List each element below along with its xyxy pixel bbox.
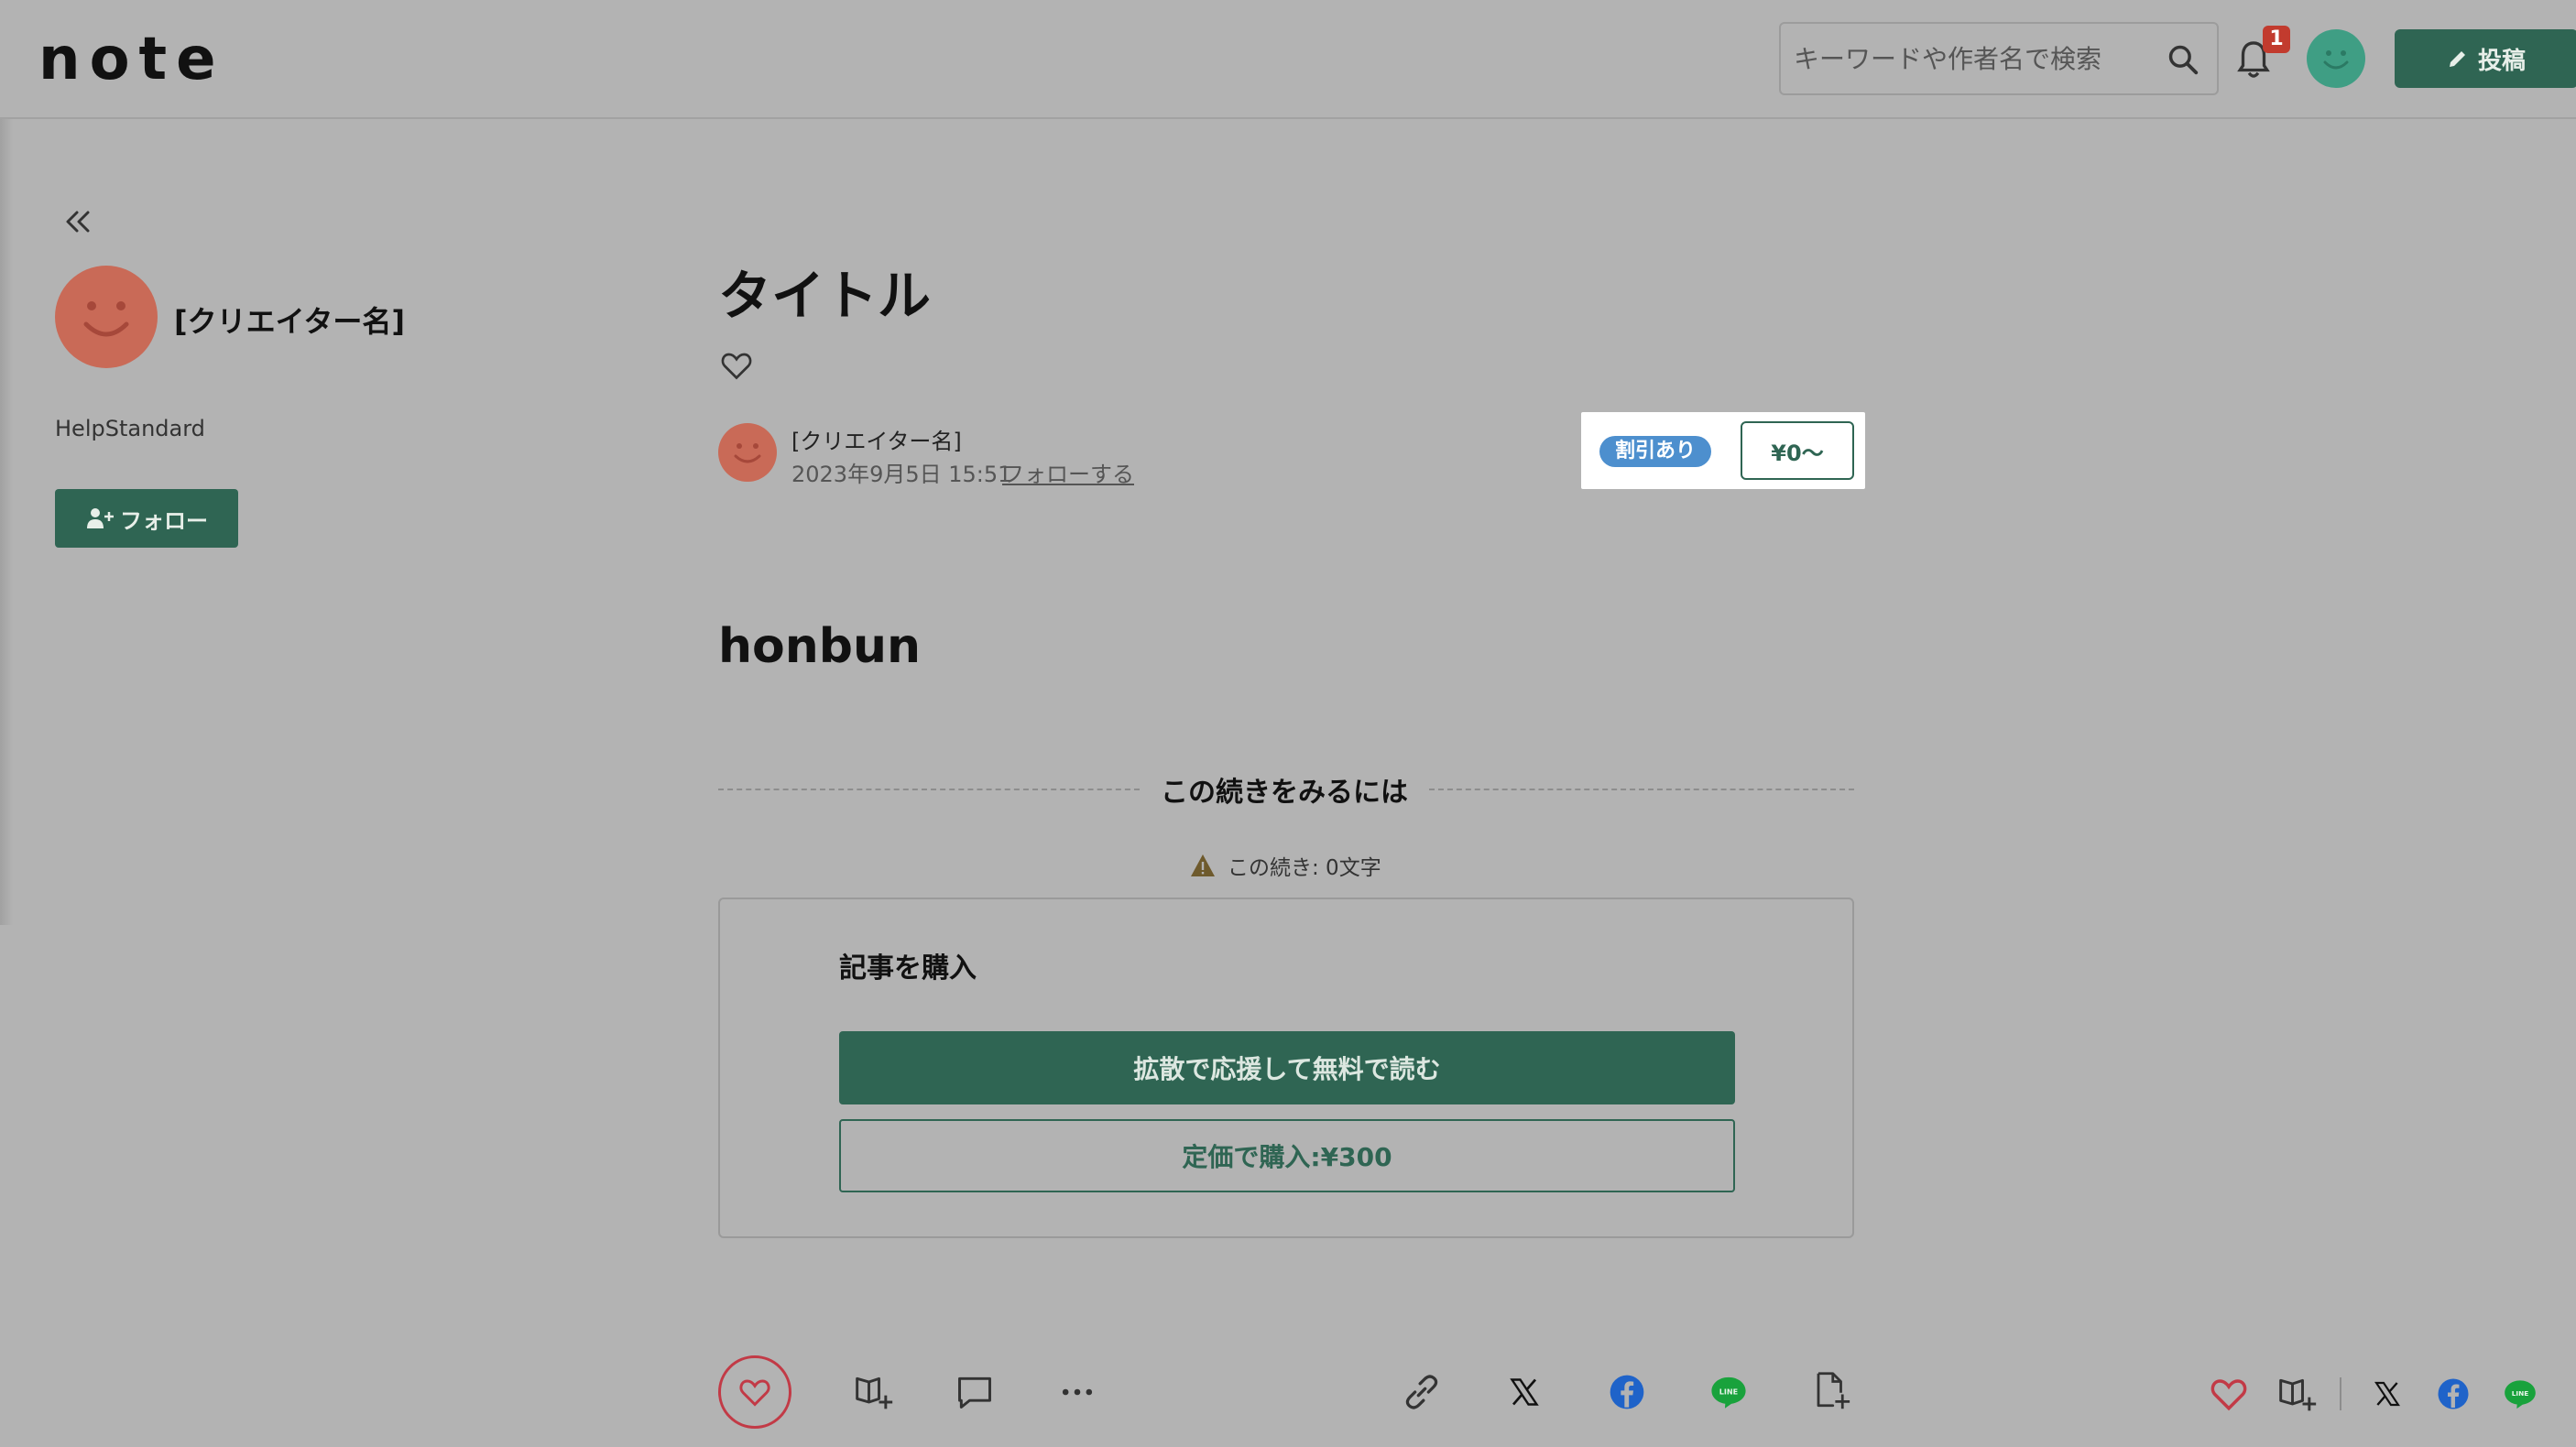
embed-button[interactable] xyxy=(1812,1370,1850,1412)
buy-button[interactable]: 定価で購入:¥300 xyxy=(839,1119,1735,1192)
creator-avatar[interactable] xyxy=(55,266,158,368)
post-button[interactable]: 投稿 xyxy=(2395,29,2576,88)
purchase-heading: 記事を購入 xyxy=(839,952,977,985)
follow-link[interactable]: フォローする xyxy=(1002,456,1134,488)
creator-name[interactable]: [クリエイター名] xyxy=(174,299,405,341)
line-icon: LINE xyxy=(2505,1380,2536,1409)
share-free-read-button[interactable]: 拡散で応援して無料で読む xyxy=(839,1031,1735,1104)
x-icon xyxy=(1510,1378,1539,1406)
file-add-icon xyxy=(1817,1372,1850,1409)
divider xyxy=(1429,789,1854,790)
continue-count: この続き: 0文字 xyxy=(1189,850,1381,881)
article-title: タイトル xyxy=(718,265,932,327)
toolbar-divider xyxy=(2340,1377,2341,1410)
follow-button[interactable]: フォロー xyxy=(55,489,238,548)
line-logo-text: LINE xyxy=(2512,1389,2528,1398)
like-button-small[interactable] xyxy=(2210,1376,2248,1412)
share-facebook-button[interactable] xyxy=(1609,1374,1645,1410)
magazine-add-button[interactable] xyxy=(854,1372,894,1412)
facebook-icon xyxy=(2438,1378,2469,1409)
line-icon: LINE xyxy=(1711,1376,1746,1409)
magazine-add-icon xyxy=(2279,1378,2317,1411)
search-icon[interactable] xyxy=(2166,42,2200,77)
search-input[interactable] xyxy=(1794,24,2151,93)
notification-badge: 1 xyxy=(2263,26,2290,53)
facebook-icon xyxy=(1610,1375,1644,1409)
magazine-add-button-small[interactable] xyxy=(2277,1374,2318,1414)
share-line-button[interactable]: LINE xyxy=(1709,1374,1748,1410)
author-avatar[interactable] xyxy=(718,423,777,482)
continue-count-text: この続き: 0文字 xyxy=(1228,856,1381,880)
comment-button[interactable] xyxy=(955,1372,995,1412)
like-button[interactable] xyxy=(718,1355,791,1429)
share-x-button-small[interactable] xyxy=(2373,1379,2402,1409)
line-logo-text: LINE xyxy=(1719,1387,1738,1396)
double-chevron-left-icon[interactable] xyxy=(60,207,93,236)
follow-button-label: フォロー xyxy=(120,507,208,534)
more-icon xyxy=(1062,1388,1093,1396)
heart-icon xyxy=(2210,1379,2247,1411)
purchase-card: 記事を購入 拡散で応援して無料で読む 定価で購入:¥300 xyxy=(718,898,1854,1238)
drawer-shadow xyxy=(0,119,13,925)
share-line-button-small[interactable]: LINE xyxy=(2503,1377,2538,1410)
top-header: note 1 投稿 xyxy=(0,0,2576,119)
search-box[interactable] xyxy=(1779,22,2219,95)
share-facebook-button-small[interactable] xyxy=(2437,1377,2470,1410)
price-highlight: 割引あり ¥0〜 xyxy=(1581,412,1865,489)
pencil-icon xyxy=(2449,51,2465,67)
article-body: honbun xyxy=(718,619,922,674)
heart-icon[interactable] xyxy=(720,350,753,381)
user-avatar[interactable] xyxy=(2307,29,2365,88)
heart-icon xyxy=(739,1379,770,1407)
smile-face-icon xyxy=(734,443,761,463)
price-button[interactable]: ¥0〜 xyxy=(1741,421,1854,480)
comment-icon xyxy=(958,1376,991,1409)
smile-face-icon xyxy=(2323,50,2349,70)
post-date: 2023年9月5日 15:51 xyxy=(791,462,1012,487)
discount-badge: 割引あり xyxy=(1599,436,1711,467)
magazine-add-icon xyxy=(856,1376,893,1409)
smile-face-icon xyxy=(83,301,129,337)
continue-label: この続きをみるには xyxy=(1161,777,1408,809)
user-plus-icon xyxy=(87,508,114,528)
copy-link-button[interactable] xyxy=(1402,1372,1442,1412)
post-button-label: 投稿 xyxy=(2477,47,2526,75)
more-button[interactable] xyxy=(1057,1372,1097,1412)
note-logo[interactable]: note xyxy=(38,26,225,93)
share-x-button[interactable] xyxy=(1508,1376,1541,1409)
x-icon xyxy=(2374,1381,2400,1407)
divider xyxy=(718,789,1140,790)
link-icon xyxy=(1405,1375,1438,1409)
creator-description: HelpStandard xyxy=(55,416,205,441)
author-name[interactable]: [クリエイター名] xyxy=(791,423,962,455)
warning-icon xyxy=(1191,854,1215,876)
